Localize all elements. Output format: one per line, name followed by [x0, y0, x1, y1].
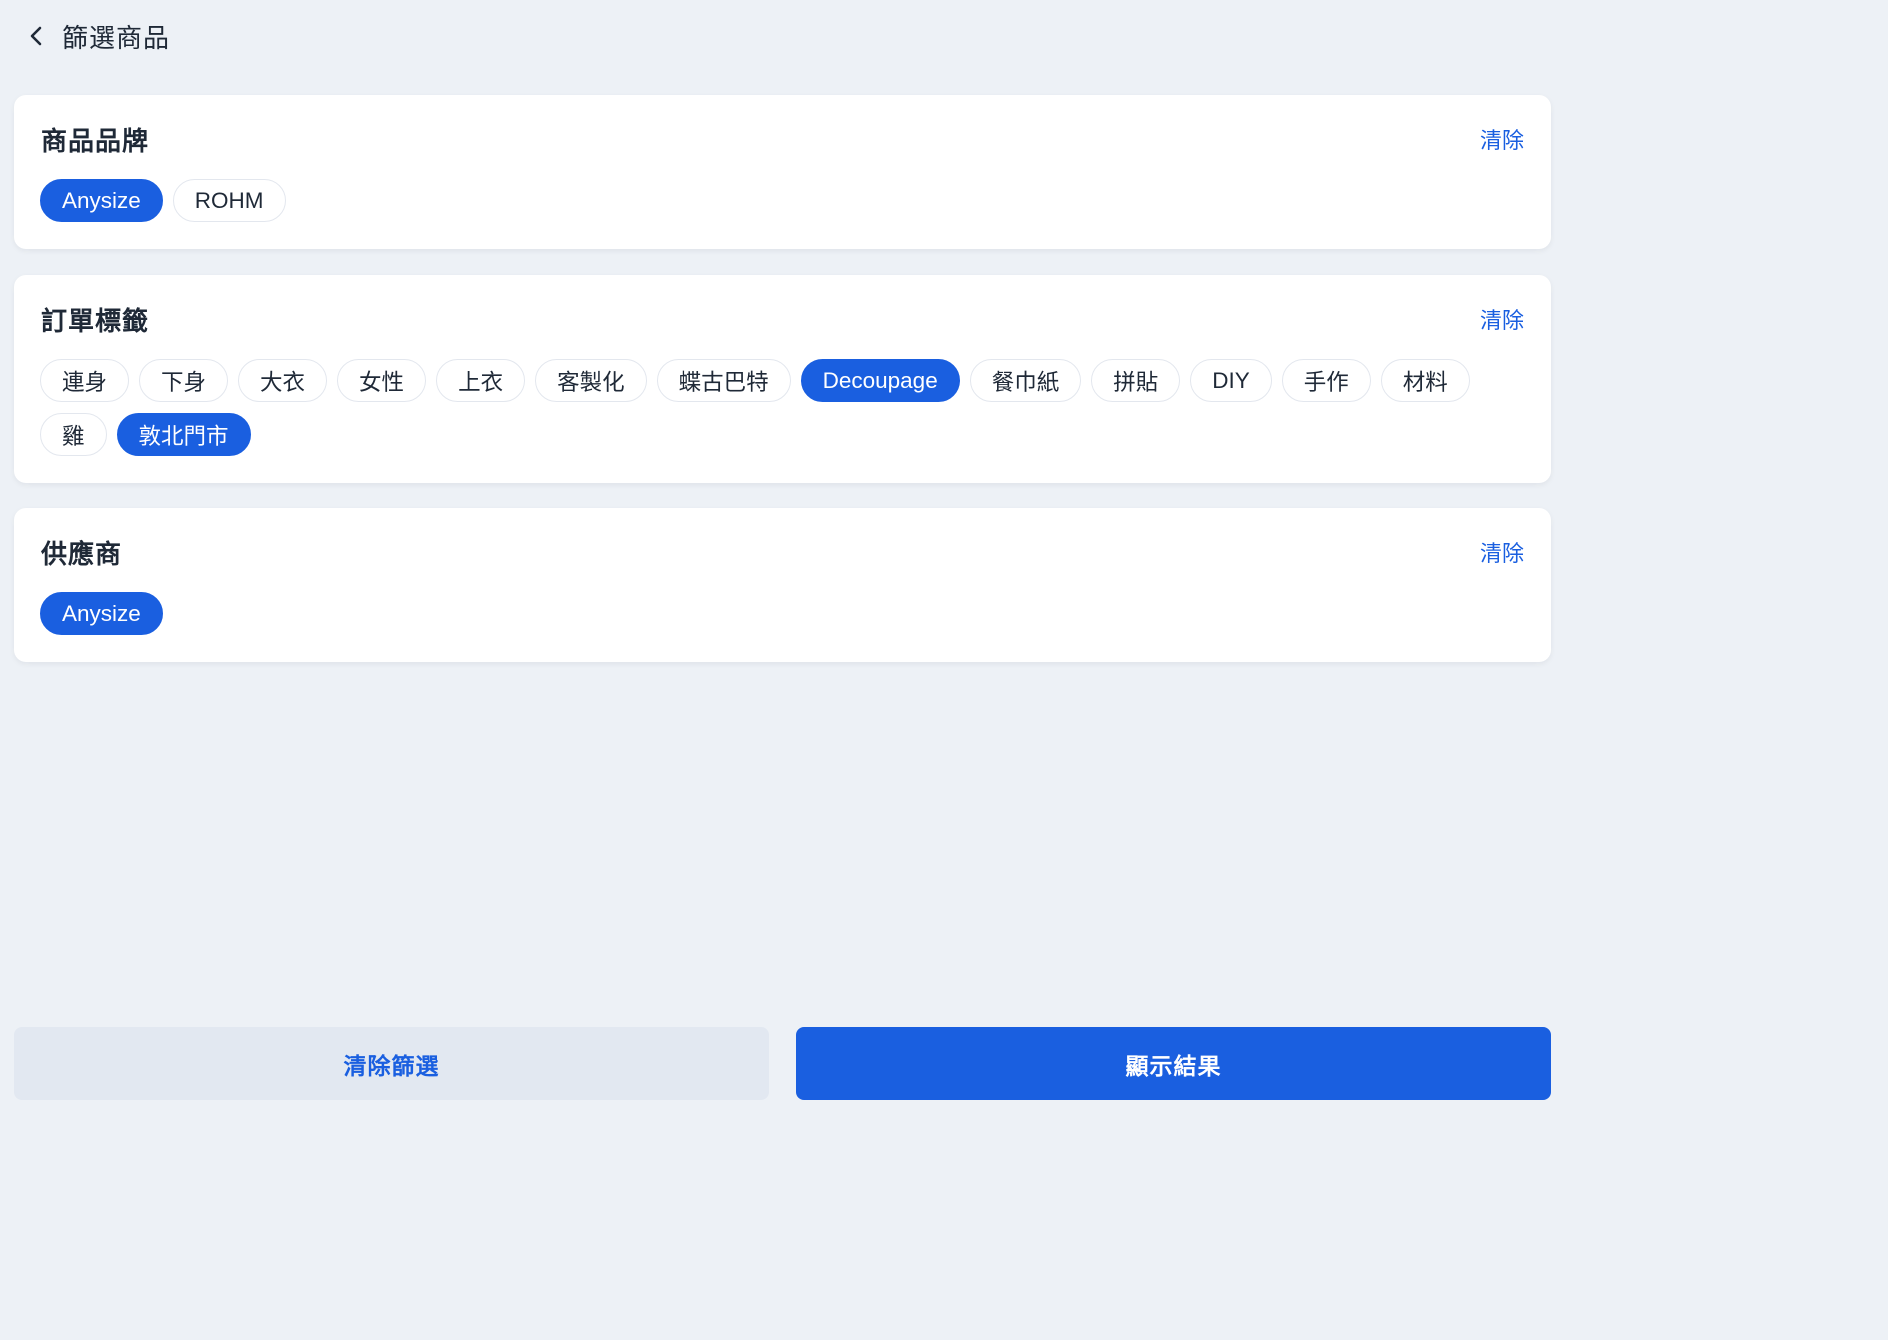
filter-chip[interactable]: 材料 [1380, 359, 1470, 402]
card-header: 商品品牌 清除 [41, 123, 1524, 156]
page-title: 篩選商品 [62, 22, 171, 53]
filter-chip-selected[interactable]: Anysize [40, 179, 163, 222]
section-title: 供應商 [41, 538, 123, 569]
filter-chip[interactable]: DIY [1190, 359, 1272, 402]
clear-filters-button[interactable]: 清除篩選 [14, 1027, 769, 1100]
filter-chip[interactable]: 下身 [139, 359, 229, 402]
filter-chip[interactable]: 連身 [40, 359, 130, 402]
order-tag-list: 連身 下身 大衣 女性 上衣 客製化 蝶古巴特 Decoupage 餐巾紙 拼貼 DIY 手作 材料雞敦… [40, 359, 1525, 456]
back-button[interactable] [24, 24, 48, 48]
filter-chip[interactable]: 蝶古巴特 [656, 359, 791, 402]
filter-chip[interactable]: 大衣 [238, 359, 328, 402]
section-title: 訂單標籤 [41, 305, 150, 336]
filter-chip[interactable]: 客製化 [535, 359, 647, 402]
clear-supplier-link[interactable]: 清除 [1480, 536, 1524, 568]
filter-chip[interactable]: 手作 [1281, 359, 1371, 402]
filter-chip-selected[interactable]: Anysize [40, 592, 163, 635]
supplier-filter-card: 供應商 清除 Anysize [14, 508, 1551, 662]
filter-chip-selected[interactable]: Decoupage [800, 359, 960, 402]
clear-brand-link[interactable]: 清除 [1480, 123, 1524, 155]
filter-chip[interactable]: 雞 [40, 413, 107, 456]
filter-chip[interactable]: 女性 [337, 359, 427, 402]
filter-page: 篩選商品 商品品牌 清除 Anysize ROHM 訂單標籤 清除 連身 下身 大衣女… [0, 0, 1568, 1113]
clear-order-tags-link[interactable]: 清除 [1480, 303, 1524, 335]
card-header: 供應商 清除 [41, 536, 1524, 569]
filter-chip[interactable]: 上衣 [436, 359, 526, 402]
filter-chip[interactable]: 餐巾紙 [969, 359, 1082, 402]
filter-chip[interactable]: 拼貼 [1091, 359, 1181, 402]
section-title: 商品品牌 [41, 125, 150, 156]
supplier-tag-list: Anysize [40, 592, 1525, 635]
filter-chip-selected[interactable]: 敦北門市 [116, 413, 251, 456]
top-bar: 篩選商品 [0, 0, 1568, 72]
card-header: 訂單標籤 清除 [41, 303, 1524, 336]
order-tag-filter-card: 訂單標籤 清除 連身 下身 大衣 女性 上衣 客製化 蝶古巴特 Decoupage 餐巾紙 拼貼 D… [14, 275, 1551, 483]
brand-tag-list: Anysize ROHM [40, 179, 1525, 222]
filter-chip[interactable]: ROHM [172, 179, 286, 222]
brand-filter-card: 商品品牌 清除 Anysize ROHM [14, 95, 1551, 249]
show-results-button[interactable]: 顯示結果 [796, 1027, 1551, 1100]
chevron-left-icon [30, 26, 42, 46]
